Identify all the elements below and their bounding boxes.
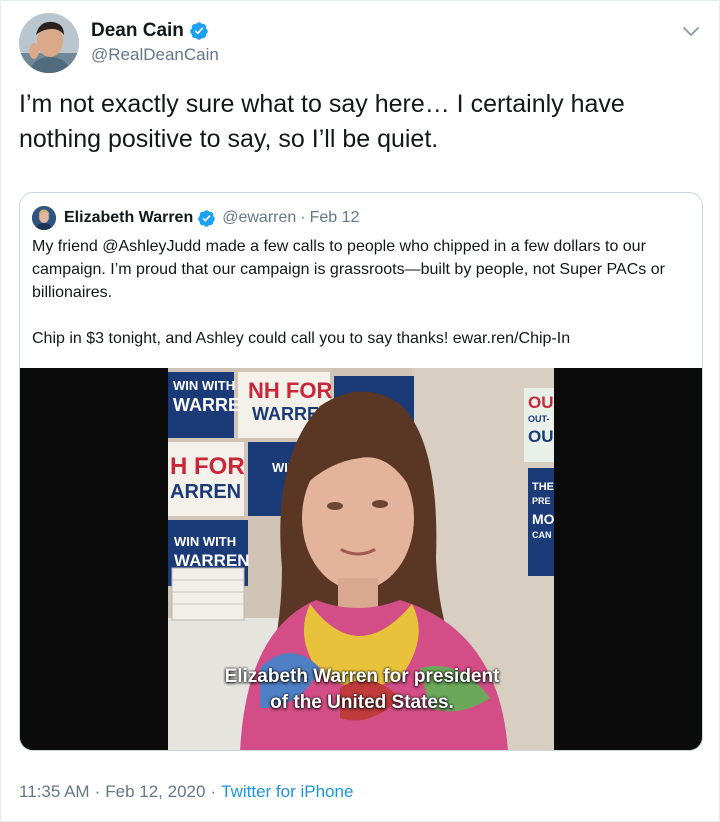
caption-line-2: of the United States.: [270, 692, 454, 713]
meta-separator: ·: [210, 782, 217, 801]
sign-text: MO: [532, 511, 555, 527]
author-name[interactable]: Dean Cain: [91, 20, 184, 42]
quoted-tweet-header: Elizabeth Warren @ewarren · Feb 12: [32, 205, 359, 231]
quoted-tweet[interactable]: Elizabeth Warren @ewarren · Feb 12 My fr…: [19, 192, 703, 751]
quoted-author-avatar: [32, 206, 56, 230]
tweet-time[interactable]: 11:35 AM: [19, 782, 90, 802]
tweet-date[interactable]: Feb 12, 2020: [105, 782, 205, 802]
sign-text: OU: [528, 427, 554, 446]
tweet-header: Dean Cain @RealDeanCain: [19, 13, 703, 73]
sign-text: WIN WITH: [174, 534, 236, 549]
sign-text: THE: [532, 481, 554, 493]
sign-text: PRE: [532, 496, 551, 506]
caption-line-1: Elizabeth Warren for president: [224, 666, 500, 687]
author-handle[interactable]: @RealDeanCain: [91, 45, 219, 65]
quoted-author-handle: @ewarren: [222, 209, 297, 226]
tweet-source-link[interactable]: Twitter for iPhone: [221, 782, 353, 802]
video-caption: Elizabeth Warren for president of the Un…: [20, 664, 702, 716]
quoted-separator: ·: [300, 209, 306, 226]
verified-badge-icon: [190, 22, 208, 40]
tweet-text: I’m not exactly sure what to say here… I…: [19, 90, 625, 153]
tweet-metadata: 11:35 AM · Feb 12, 2020 · Twitter for iP…: [19, 782, 353, 802]
sign-text: WARREN: [174, 551, 250, 570]
quoted-date: Feb 12: [309, 209, 360, 226]
chevron-down-icon[interactable]: [679, 19, 703, 43]
sign-text: ARREN: [170, 481, 241, 503]
quoted-paragraph-1: My friend @AshleyJudd made a few calls t…: [32, 238, 665, 301]
sign-text: CAN: [532, 530, 552, 540]
quoted-author-name: Elizabeth Warren: [64, 209, 194, 226]
tweet-card: Dean Cain @RealDeanCain I’m not exactly …: [0, 0, 720, 822]
quoted-avatar-photo: [32, 206, 56, 230]
sign-text: OUT-: [528, 414, 550, 424]
author-info: Dean Cain @RealDeanCain: [91, 19, 219, 65]
quoted-verified-badge-icon: [198, 209, 216, 227]
author-avatar[interactable]: [19, 13, 79, 73]
sign-text: H FOR: [170, 453, 245, 480]
video-player[interactable]: WIN WITH WARREN NH FOR WARREN H FOR ARRE…: [20, 368, 702, 750]
sign-text: OU: [528, 393, 554, 412]
meta-separator: ·: [94, 782, 101, 801]
quoted-paragraph-2: Chip in $3 tonight, and Ashley could cal…: [32, 330, 571, 347]
sign-text: NH FOR: [248, 378, 332, 403]
avatar-photo: [19, 13, 79, 73]
quoted-tweet-text: My friend @AshleyJudd made a few calls t…: [32, 235, 692, 350]
sign-text: WIN WITH: [173, 378, 235, 393]
